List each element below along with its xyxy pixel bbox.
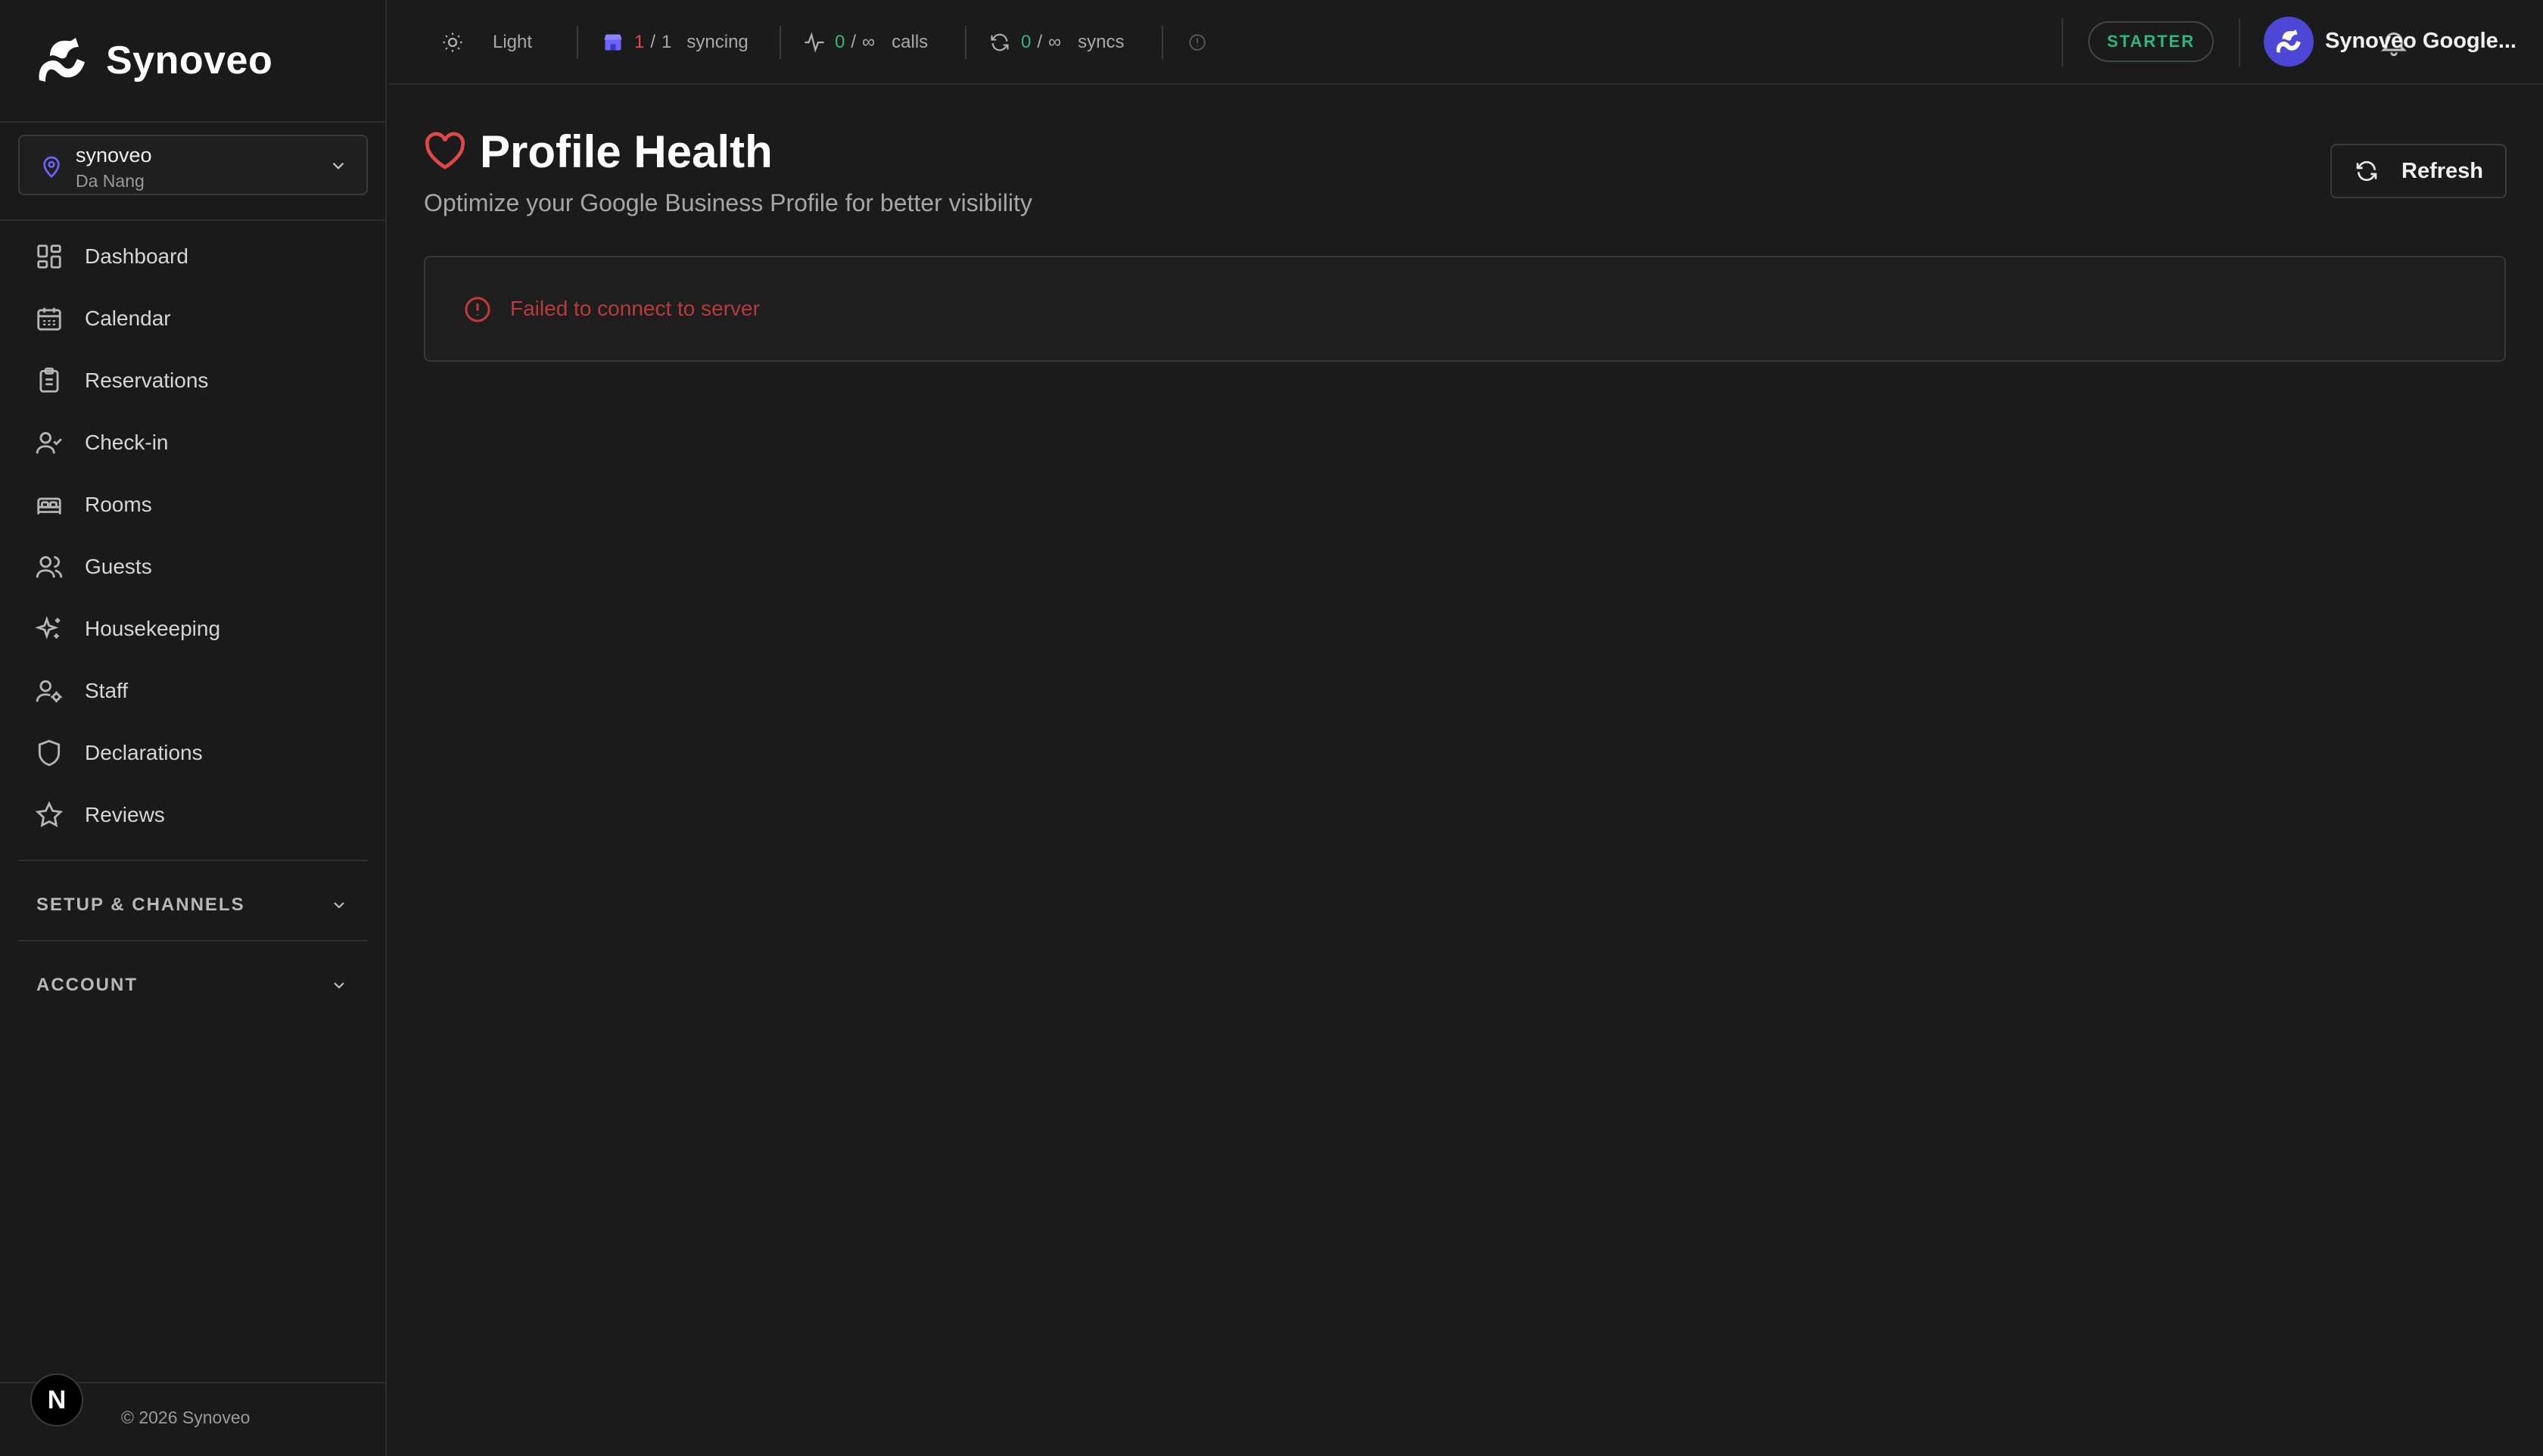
syncs-current: 0 bbox=[1021, 32, 1032, 52]
page-subtitle: Optimize your Google Business Profile fo… bbox=[424, 189, 1032, 216]
section-setup-channels[interactable]: SETUP & CHANNELS bbox=[18, 881, 368, 926]
alert-circle-icon bbox=[465, 297, 490, 322]
shield-icon bbox=[38, 739, 61, 767]
sparkles-icon bbox=[35, 615, 61, 639]
chevron-down-icon bbox=[332, 162, 344, 170]
sidebar-item-label: Housekeeping bbox=[85, 617, 221, 640]
gbp-sync-status[interactable]: 1 / 1 syncing bbox=[602, 29, 749, 56]
users-icon bbox=[36, 555, 63, 578]
sun-icon bbox=[443, 33, 462, 52]
sidebar-item-label: Declarations bbox=[85, 741, 203, 764]
dashboard-icon bbox=[37, 244, 61, 269]
sidebar-item-reservations[interactable]: Reservations bbox=[18, 354, 368, 407]
user-check-icon bbox=[36, 431, 62, 454]
calls-limit: ∞ bbox=[862, 32, 876, 52]
refresh-icon bbox=[991, 33, 1009, 51]
sidebar-item-guests[interactable]: Guests bbox=[18, 540, 368, 593]
refresh-icon bbox=[2356, 160, 2377, 182]
syncs-limit: ∞ bbox=[1048, 32, 1062, 52]
sidebar-item-check-in[interactable]: Check-in bbox=[18, 416, 368, 469]
heart-icon bbox=[425, 132, 465, 170]
sidebar-item-label: Calendar bbox=[85, 306, 171, 330]
calls-current: 0 bbox=[835, 32, 845, 52]
brand-name: Synoveo bbox=[106, 39, 273, 82]
divider bbox=[965, 26, 966, 59]
info-icon bbox=[1189, 34, 1206, 51]
star-icon bbox=[35, 801, 64, 828]
refresh-label: Refresh bbox=[2401, 158, 2483, 183]
app-root: Synoveo synoveo Da Nang Dashboard Calend… bbox=[0, 0, 2543, 1456]
sidebar-item-label: Reservations bbox=[85, 369, 209, 392]
error-message: Failed to connect to server bbox=[510, 297, 760, 320]
sidebar-item-label: Guests bbox=[85, 555, 152, 578]
page-title: Profile Health bbox=[480, 126, 773, 177]
sync-label: syncing bbox=[686, 32, 749, 52]
sidebar-item-label: Dashboard bbox=[85, 244, 188, 268]
bed-icon bbox=[37, 497, 61, 515]
location-selector[interactable]: synoveo Da Nang bbox=[18, 135, 368, 195]
sidebar-item-declarations[interactable]: Declarations bbox=[18, 726, 368, 779]
calls-separator: / bbox=[851, 32, 857, 52]
sync-separator: / bbox=[650, 32, 656, 52]
account-name[interactable]: Synoveo Google... bbox=[2325, 29, 2517, 54]
calendar-icon bbox=[37, 307, 61, 331]
clipboard-icon bbox=[39, 367, 59, 393]
api-calls-usage[interactable]: 0 / ∞ calls bbox=[803, 29, 928, 56]
sync-current: 1 bbox=[634, 32, 645, 52]
activity-icon bbox=[805, 32, 824, 53]
location-name: synoveo bbox=[76, 144, 152, 166]
refresh-button[interactable]: Refresh bbox=[2330, 144, 2507, 198]
sidebar-item-label: Rooms bbox=[85, 493, 152, 516]
section-label: SETUP & CHANNELS bbox=[36, 894, 245, 915]
divider bbox=[780, 26, 781, 59]
error-alert: Failed to connect to server bbox=[424, 256, 2506, 362]
theme-label: Light bbox=[493, 32, 533, 52]
brand-logo[interactable]: Synoveo bbox=[35, 33, 272, 88]
info-button[interactable] bbox=[1187, 29, 1207, 56]
divider bbox=[18, 940, 368, 941]
sidebar-item-calendar[interactable]: Calendar bbox=[18, 292, 368, 345]
avatar[interactable] bbox=[2264, 17, 2314, 67]
divider bbox=[0, 121, 385, 123]
business-store-icon bbox=[604, 34, 622, 51]
sidebar-item-label: Reviews bbox=[85, 803, 165, 826]
divider bbox=[1162, 26, 1163, 59]
nextjs-badge[interactable]: N bbox=[30, 1374, 83, 1426]
section-account[interactable]: ACCOUNT bbox=[18, 961, 368, 1006]
synoveo-logo-icon bbox=[2276, 30, 2301, 53]
sidebar-item-dashboard[interactable]: Dashboard bbox=[18, 230, 368, 283]
location-city: Da Nang bbox=[76, 171, 145, 191]
divider bbox=[2062, 18, 2063, 67]
sidebar-item-label: Check-in bbox=[85, 431, 169, 454]
theme-toggle[interactable]: Light bbox=[441, 29, 532, 56]
sidebar-item-label: Staff bbox=[85, 679, 129, 702]
sidebar-item-rooms[interactable]: Rooms bbox=[18, 478, 368, 531]
divider bbox=[2239, 18, 2240, 67]
syncs-separator: / bbox=[1037, 32, 1043, 52]
plan-badge[interactable]: STARTER bbox=[2088, 21, 2214, 62]
sidebar-item-staff[interactable]: Staff bbox=[18, 664, 368, 717]
syncs-label: syncs bbox=[1078, 32, 1125, 52]
divider bbox=[0, 219, 385, 221]
divider bbox=[577, 26, 578, 59]
syncs-usage[interactable]: 0 / ∞ syncs bbox=[989, 29, 1125, 56]
section-label: ACCOUNT bbox=[36, 975, 138, 995]
sync-total: 1 bbox=[661, 32, 672, 52]
divider bbox=[18, 860, 368, 861]
chevron-down-icon bbox=[334, 902, 344, 909]
top-bar: Light 1 / 1 syncing 0 / ∞ calls 0 / ∞ sy… bbox=[388, 0, 2543, 85]
user-cog-icon bbox=[36, 680, 62, 703]
sidebar: Synoveo synoveo Da Nang Dashboard Calend… bbox=[0, 0, 387, 1456]
map-pin-icon bbox=[43, 156, 60, 179]
copyright-text: © 2026 Synoveo bbox=[121, 1408, 251, 1427]
calls-label: calls bbox=[892, 32, 929, 52]
chevron-down-icon bbox=[334, 982, 344, 989]
page-header: Profile Health bbox=[424, 126, 773, 177]
sidebar-item-reviews[interactable]: Reviews bbox=[18, 789, 368, 842]
synoveo-logo-icon bbox=[39, 38, 85, 82]
sidebar-item-housekeeping[interactable]: Housekeeping bbox=[18, 602, 368, 655]
